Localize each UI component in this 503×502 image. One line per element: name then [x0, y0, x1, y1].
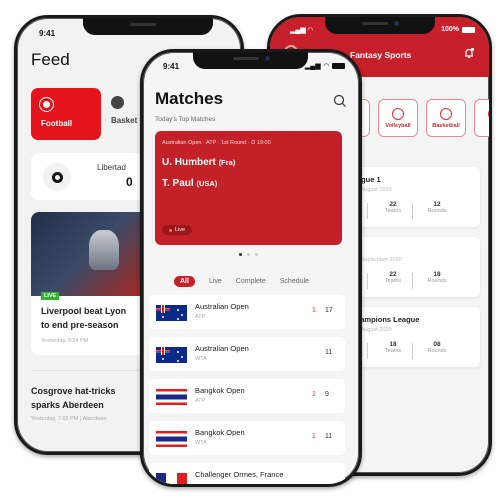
divider	[367, 343, 368, 359]
match-count: 9	[325, 391, 329, 398]
status-time: 9:41	[163, 62, 180, 71]
carousel-dot	[247, 253, 250, 256]
live-badge: LIVE	[41, 292, 60, 300]
tournament-row[interactable]: Australian Open ATP 1 17	[149, 295, 345, 329]
france-flag-icon	[156, 473, 187, 484]
live-count: 1	[312, 433, 316, 440]
tab-live[interactable]: Live	[209, 278, 222, 285]
phone-notch	[193, 52, 308, 69]
tournament-row[interactable]: Bangkok Open WTA 1 11	[149, 421, 345, 455]
carousel-dot	[255, 253, 258, 256]
category-football[interactable]: Football	[31, 88, 101, 140]
tab-all[interactable]: All	[174, 276, 195, 287]
match-count: 11	[325, 433, 333, 440]
divider	[412, 343, 413, 359]
match-count: 17	[325, 307, 333, 314]
team-name: Libertad	[97, 163, 126, 172]
carousel-dot	[239, 253, 242, 256]
divider	[412, 203, 413, 219]
news-meta: Yesterday, 9:24 PM	[41, 338, 89, 344]
live-count: 1	[312, 391, 316, 398]
sport-icon	[488, 107, 489, 120]
player-1: U. Humbert (Fra)	[162, 157, 236, 168]
divider	[367, 203, 368, 219]
page-title: Feed	[31, 50, 70, 69]
tournament-row[interactable]: Bangkok Open ATP 1 9	[149, 379, 345, 413]
match-meta: Australian Open · ATP · 1st Round · ⏲ 19…	[162, 140, 271, 146]
sport-chip-volleyball[interactable]: Volleyball	[378, 99, 418, 137]
live-badge: Live	[162, 225, 193, 235]
wifi-icon: ◠	[323, 63, 329, 70]
match-count: 11	[325, 349, 333, 356]
divider	[367, 273, 368, 289]
filter-tabs: All Live Complete Schedule	[174, 276, 309, 287]
thailand-flag-icon	[156, 431, 187, 447]
basketball-icon	[111, 96, 124, 109]
australia-flag-icon	[156, 305, 187, 321]
divider	[412, 273, 413, 289]
live-dot-icon	[169, 228, 172, 232]
category-basketball[interactable]: Basket	[111, 96, 137, 125]
phone-notch	[83, 18, 213, 35]
live-count: 1	[312, 307, 316, 314]
tournament-row[interactable]: Australian Open WTA 11	[149, 337, 345, 371]
tournament-row[interactable]: Challenger Ormes, France	[149, 463, 345, 484]
battery-icon	[462, 26, 475, 33]
phone-notch	[325, 17, 435, 34]
bell-icon[interactable]	[463, 47, 475, 59]
page-title: Matches	[155, 89, 224, 108]
news-meta: Yesterday, 7:02 PM | Aberdeen	[31, 416, 107, 422]
trophy-image	[89, 230, 119, 270]
team-logo	[43, 163, 71, 191]
volleyball-icon	[392, 107, 404, 120]
sport-chip-basketball[interactable]: Basketball	[426, 99, 466, 137]
thailand-flag-icon	[156, 389, 187, 405]
battery-status: 100%	[441, 26, 475, 33]
matches-phone: 9:41 ▂▄▆ ◠ Matches Today's Top Matches A…	[140, 49, 362, 487]
australia-flag-icon	[156, 347, 187, 363]
tab-schedule[interactable]: Schedule	[280, 278, 309, 285]
search-icon[interactable]	[333, 94, 347, 108]
featured-match-card[interactable]: Australian Open · ATP · 1st Round · ⏲ 19…	[155, 131, 342, 245]
status-icons: ▂▄▆ ◠	[305, 62, 345, 70]
basketball-icon	[440, 107, 452, 120]
signal-icon: ▂▄▆	[304, 63, 321, 70]
status-time: 9:41	[39, 29, 56, 38]
battery-percent: 100%	[441, 26, 459, 33]
section-subtitle: Today's Top Matches	[155, 116, 216, 123]
app-title: Fantasy Sports	[350, 50, 412, 60]
football-icon	[39, 97, 54, 112]
tab-complete[interactable]: Complete	[236, 278, 266, 285]
battery-icon	[332, 63, 345, 69]
carousel-indicator[interactable]	[239, 253, 258, 256]
sport-chip[interactable]: K	[474, 99, 489, 137]
player-2: T. Paul (USA)	[162, 178, 218, 189]
signal-wifi-icon: ▂▄▆ ◠	[290, 27, 314, 34]
